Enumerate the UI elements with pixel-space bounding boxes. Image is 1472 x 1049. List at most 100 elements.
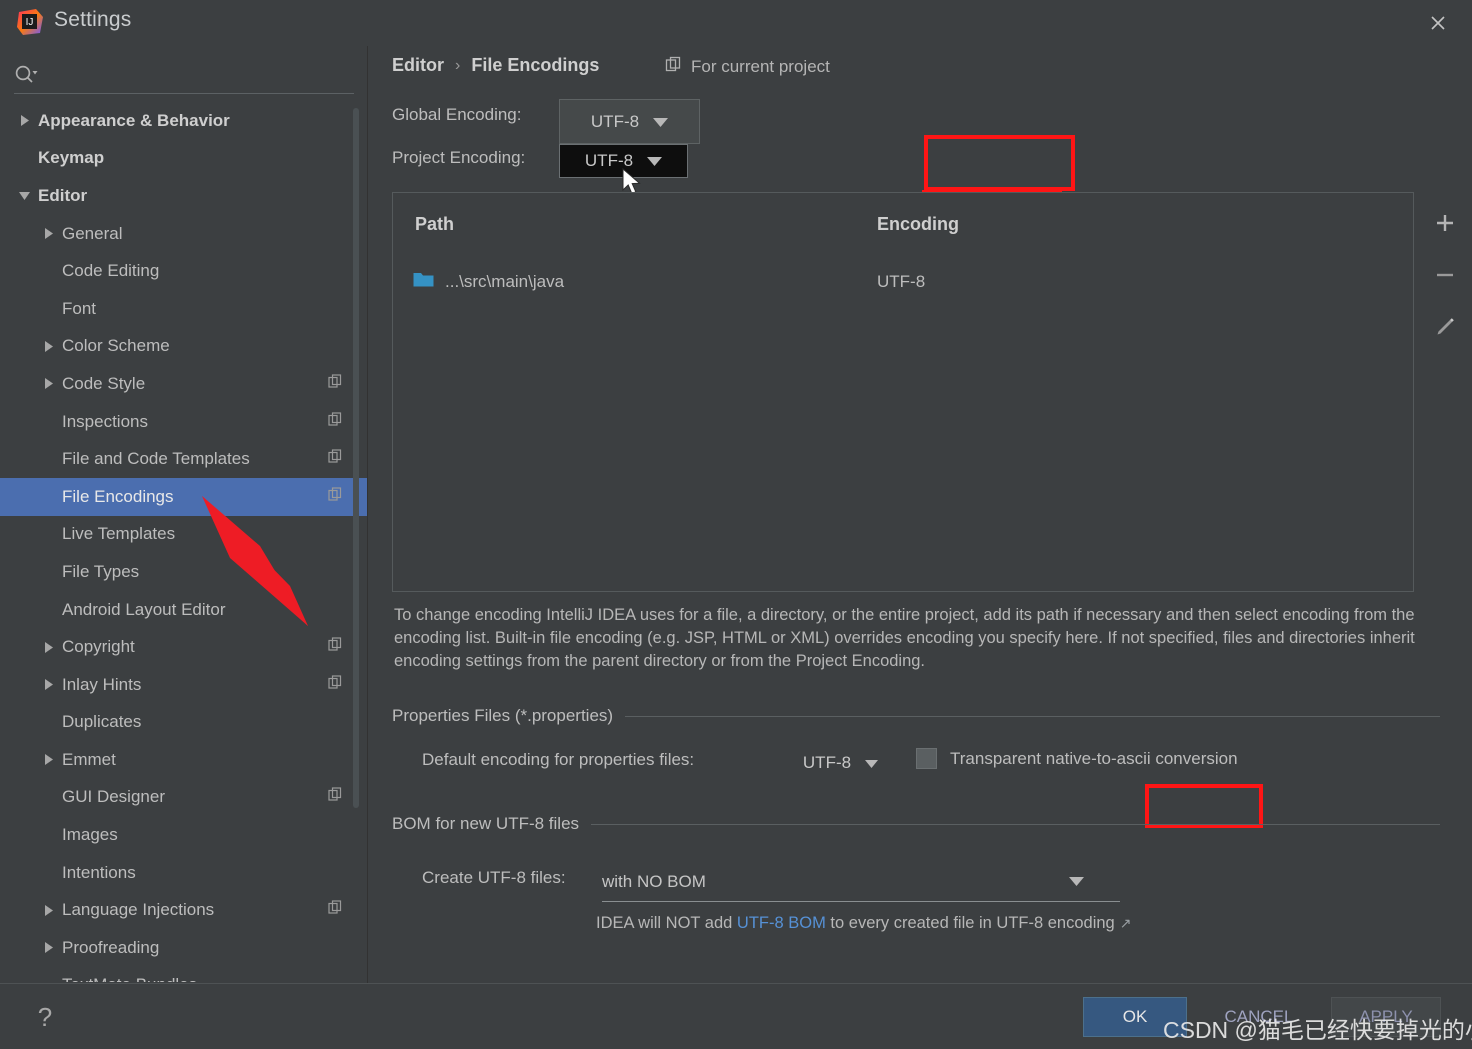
table-row[interactable]: ...\src\main\java UTF-8 bbox=[393, 255, 1413, 309]
copy-stack-icon bbox=[328, 411, 343, 432]
sidebar-item-file-types[interactable]: File Types bbox=[0, 553, 367, 591]
breadcrumb: Editor › File Encodings bbox=[392, 55, 599, 76]
sidebar-item-code-editing[interactable]: Code Editing bbox=[0, 252, 367, 290]
sidebar-item-inspections[interactable]: Inspections bbox=[0, 403, 367, 441]
settings-tree: Appearance & Behavior Keymap Editor General… bbox=[0, 102, 367, 982]
sidebar-item-editor[interactable]: Editor bbox=[0, 177, 367, 215]
table-cell-encoding[interactable]: UTF-8 bbox=[877, 272, 925, 292]
chevron-right-icon[interactable] bbox=[42, 741, 62, 779]
sidebar-item-copyright[interactable]: Copyright bbox=[0, 628, 367, 666]
create-utf8-files-dropdown[interactable]: with NO BOM bbox=[602, 862, 1120, 902]
sidebar-item-proofreading[interactable]: Proofreading bbox=[0, 929, 367, 967]
project-encoding-dropdown[interactable]: UTF-8 bbox=[559, 144, 688, 178]
chevron-down-icon bbox=[653, 112, 669, 132]
column-header-encoding[interactable]: Encoding bbox=[877, 214, 959, 235]
sidebar-item-label: Images bbox=[62, 825, 118, 845]
transparent-conversion-checkbox[interactable] bbox=[916, 748, 937, 769]
edit-button[interactable] bbox=[1428, 310, 1462, 344]
sidebar-scrollbar-thumb[interactable] bbox=[353, 108, 359, 808]
sidebar-item-intentions[interactable]: Intentions bbox=[0, 854, 367, 892]
sidebar-item-file-encodings[interactable]: File Encodings bbox=[0, 477, 367, 516]
remove-button[interactable] bbox=[1428, 258, 1462, 292]
chevron-right-icon[interactable] bbox=[42, 365, 62, 403]
sidebar-item-label: Code Style bbox=[62, 373, 146, 393]
chevron-right-icon[interactable] bbox=[42, 215, 62, 253]
default-properties-encoding-dropdown[interactable]: UTF-8 bbox=[786, 744, 895, 782]
sidebar-item-images[interactable]: Images bbox=[0, 816, 367, 854]
sidebar-item-label: Appearance & Behavior bbox=[38, 110, 230, 130]
sidebar-item-duplicates[interactable]: Duplicates bbox=[0, 704, 367, 742]
close-icon[interactable] bbox=[1418, 6, 1458, 40]
search-field[interactable] bbox=[14, 56, 354, 94]
copy-stack-icon bbox=[328, 374, 343, 394]
global-encoding-value: UTF-8 bbox=[590, 111, 640, 131]
utf8-bom-link[interactable]: UTF-8 BOM bbox=[737, 914, 826, 932]
copy-stack-icon bbox=[328, 487, 343, 507]
section-divider-line bbox=[591, 823, 1440, 825]
chevron-down-icon bbox=[1069, 873, 1084, 891]
add-button[interactable] bbox=[1428, 206, 1462, 240]
sidebar-item-label: Code Editing bbox=[62, 261, 160, 281]
ok-button[interactable]: OK bbox=[1083, 997, 1187, 1037]
copy-stack-icon bbox=[328, 787, 343, 807]
global-encoding-dropdown[interactable]: UTF-8 bbox=[559, 99, 700, 144]
sidebar-item-label: Inlay Hints bbox=[62, 674, 142, 694]
transparent-conversion-label: Transparent native-to-ascii conversion bbox=[950, 748, 1238, 768]
sidebar-item-emmet[interactable]: Emmet bbox=[0, 741, 367, 779]
chevron-right-icon[interactable] bbox=[42, 628, 62, 666]
chevron-right-icon[interactable] bbox=[18, 102, 38, 140]
sidebar-item-file-and-code-templates[interactable]: File and Code Templates bbox=[0, 440, 367, 478]
global-encoding-row: Global Encoding: bbox=[392, 105, 557, 125]
copy-stack-icon bbox=[328, 675, 343, 695]
create-utf8-files-value: with NO BOM bbox=[602, 871, 706, 891]
chevron-right-icon[interactable] bbox=[42, 891, 62, 929]
sidebar-item-label: Emmet bbox=[62, 749, 116, 769]
sidebar-item-code-style[interactable]: Code Style bbox=[0, 365, 367, 403]
chevron-right-icon[interactable] bbox=[42, 666, 62, 704]
column-header-path[interactable]: Path bbox=[415, 214, 877, 235]
sidebar-item-keymap[interactable]: Keymap bbox=[0, 140, 367, 178]
sidebar-item-label: Editor bbox=[38, 185, 88, 205]
search-input[interactable] bbox=[42, 66, 354, 83]
bom-hint-prefix: IDEA will NOT add bbox=[596, 914, 737, 932]
sidebar-item-color-scheme[interactable]: Color Scheme bbox=[0, 328, 367, 366]
global-encoding-annotation-box bbox=[924, 135, 1075, 191]
default-properties-encoding-value: UTF-8 bbox=[802, 753, 852, 772]
chevron-down-icon[interactable] bbox=[18, 177, 38, 215]
sidebar-item-inlay-hints[interactable]: Inlay Hints bbox=[0, 666, 367, 704]
apply-button[interactable]: APPLY bbox=[1331, 997, 1441, 1037]
sidebar-item-label: Duplicates bbox=[62, 712, 142, 732]
bom-section-title: BOM for new UTF-8 files bbox=[392, 814, 580, 833]
chevron-right-icon[interactable] bbox=[42, 328, 62, 366]
sidebar-item-general[interactable]: General bbox=[0, 215, 367, 253]
sidebar-item-live-templates[interactable]: Live Templates bbox=[0, 516, 367, 554]
sidebar-item-label: TextMate Bundles bbox=[62, 975, 197, 982]
sidebar-item-label: General bbox=[62, 223, 123, 243]
sidebar-item-android-layout-editor[interactable]: Android Layout Editor bbox=[0, 591, 367, 629]
breadcrumb-parent[interactable]: Editor bbox=[392, 55, 444, 76]
sidebar-item-appearance-behavior[interactable]: Appearance & Behavior bbox=[0, 102, 367, 140]
sidebar-item-language-injections[interactable]: Language Injections bbox=[0, 891, 367, 929]
chevron-right-icon[interactable] bbox=[42, 929, 62, 967]
sidebar-item-label: Color Scheme bbox=[62, 336, 170, 356]
transparent-conversion-row[interactable]: Transparent native-to-ascii conversion bbox=[916, 748, 1238, 769]
cancel-button[interactable]: CANCEL bbox=[1207, 997, 1311, 1037]
sidebar-item-gui-designer[interactable]: GUI Designer bbox=[0, 779, 367, 817]
chevron-down-icon bbox=[865, 753, 879, 773]
table-toolbar bbox=[1422, 192, 1468, 592]
dialog-footer: ? OK CANCEL APPLY bbox=[0, 983, 1472, 1049]
path-value: ...\src\main\java bbox=[445, 272, 565, 291]
help-button[interactable]: ? bbox=[28, 1000, 62, 1034]
project-encoding-value: UTF-8 bbox=[584, 151, 634, 170]
for-current-project-label: For current project bbox=[691, 57, 830, 76]
encodings-description: To change encoding IntelliJ IDEA uses fo… bbox=[394, 606, 1415, 670]
sidebar-item-textmate-bundles[interactable]: TextMate Bundles bbox=[0, 967, 367, 982]
copy-stack-icon bbox=[328, 449, 343, 469]
sidebar-item-font[interactable]: Font bbox=[0, 290, 367, 328]
